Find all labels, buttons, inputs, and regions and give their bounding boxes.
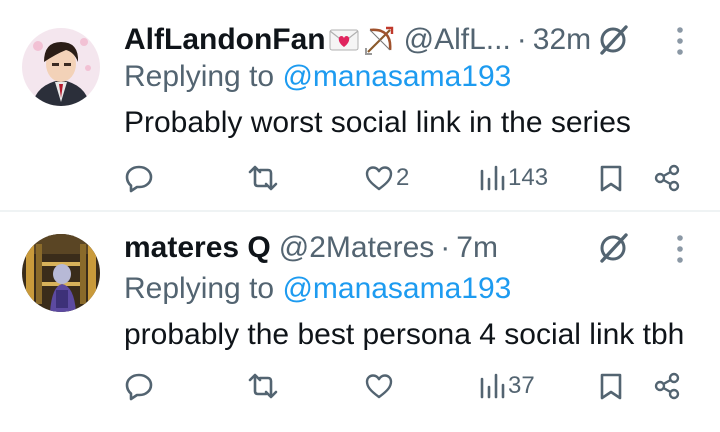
retweet-icon [248, 373, 278, 399]
bookmark-icon [600, 373, 622, 400]
replying-to-line: Replying to @manasama193 [124, 272, 511, 306]
like-icon [365, 374, 393, 399]
replying-prefix: Replying to [124, 272, 283, 305]
timestamp[interactable]: 7m [456, 231, 498, 265]
view-count: 37 [508, 372, 535, 399]
separator-dot: · [440, 231, 451, 264]
mention-link[interactable]: @manasama193 [282, 272, 511, 305]
tweet-header: materes Q @2Materes · 7m [124, 228, 498, 268]
display-name[interactable]: materes Q [124, 231, 271, 265]
tweet-actions: 37 [0, 366, 720, 406]
retweet-button[interactable] [246, 366, 282, 406]
reply-icon [125, 373, 153, 401]
tweet[interactable]: materes Q @2Materes · 7m Replying to @ma… [0, 0, 720, 401]
grok-icon[interactable] [596, 230, 632, 266]
more-icon[interactable] [668, 232, 692, 266]
user-handle[interactable]: @2Materes [279, 231, 435, 265]
reply-button[interactable] [124, 366, 156, 406]
views-icon [480, 373, 505, 399]
bookmark-button[interactable] [598, 366, 624, 406]
tweet-text: probably the best persona 4 social link … [124, 318, 685, 351]
views-button[interactable]: 37 [478, 366, 535, 406]
share-button[interactable] [652, 366, 682, 406]
avatar[interactable] [22, 234, 100, 312]
share-icon [654, 372, 680, 400]
like-button[interactable] [364, 366, 396, 406]
